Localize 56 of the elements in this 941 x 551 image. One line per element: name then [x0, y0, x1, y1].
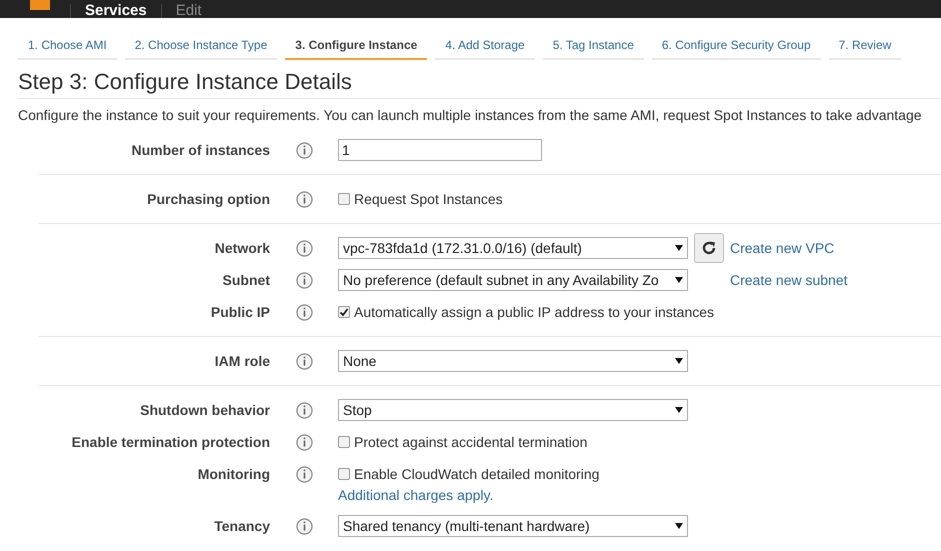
field-label: Number of instances: [130, 141, 270, 160]
info-icon[interactable]: [296, 518, 312, 535]
step-tab[interactable]: 2. Choose Instance Type: [124, 36, 278, 60]
info-icon[interactable]: [296, 240, 312, 257]
checkbox-label: Protect against accidental termination: [354, 433, 588, 452]
caret-icon: [675, 358, 683, 364]
caret-icon: [675, 407, 683, 413]
checkbox[interactable]: [338, 468, 350, 480]
info-icon[interactable]: [296, 402, 312, 419]
checkbox[interactable]: [338, 306, 350, 318]
field-label: Monitoring: [196, 465, 270, 484]
field-label: IAM role: [214, 352, 270, 371]
step-tab[interactable]: 1. Choose AMI: [18, 36, 117, 60]
field-label: Network: [214, 239, 270, 258]
top-menu-item[interactable]: Services: [70, 4, 161, 18]
page-heading: Step 3: Configure Instance Details: [18, 68, 941, 99]
info-icon[interactable]: [296, 434, 312, 451]
info-icon[interactable]: [296, 466, 312, 483]
refresh-icon: [701, 240, 717, 256]
field-label: Tenancy: [213, 517, 270, 536]
step-tab[interactable]: 7. Review: [828, 36, 902, 60]
info-icon[interactable]: [296, 142, 312, 159]
field-label: Public IP: [210, 303, 270, 322]
info-icon[interactable]: [296, 191, 312, 208]
step-tab[interactable]: 3. Configure Instance: [285, 36, 428, 60]
info-icon[interactable]: [296, 304, 312, 321]
step-tab[interactable]: 5. Tag Instance: [542, 36, 644, 60]
checkbox[interactable]: [338, 436, 350, 448]
field-label: Enable termination protection: [70, 433, 270, 452]
description: Configure the instance to suit your requirements. You can launch multiple instances from the same AMI, request Spot Instances to take advantage: [18, 106, 923, 125]
field-label: Shutdown behavior: [139, 401, 270, 420]
dropdown[interactable]: vpc-783fda1d (172.31.0.0/16) (default): [338, 237, 688, 259]
checkbox-label: Automatically assign a public IP address to your instances: [354, 303, 714, 322]
field-label: Subnet: [222, 271, 270, 290]
caret-icon: [675, 245, 683, 251]
field-label: Purchasing option: [146, 190, 270, 209]
caret-icon: [675, 523, 683, 529]
checkbox[interactable]: [338, 193, 350, 205]
top-menu-item[interactable]: Edit: [160, 4, 216, 18]
dropdown[interactable]: Stop: [338, 399, 688, 421]
dropdown[interactable]: No preference (default subnet in any Availability Zo: [338, 269, 688, 291]
checkbox-label: Enable CloudWatch detailed monitoring: [354, 465, 600, 484]
step-tab[interactable]: 4. Add Storage: [435, 36, 535, 60]
info-icon[interactable]: [296, 353, 312, 370]
create-link[interactable]: Create new subnet: [730, 270, 848, 290]
caret-icon: [675, 277, 683, 283]
checkbox-label: Request Spot Instances: [354, 190, 503, 209]
create-link[interactable]: Create new VPC: [730, 238, 834, 258]
refresh-button[interactable]: [694, 233, 724, 263]
step-tab[interactable]: 6. Configure Security Group: [652, 36, 821, 60]
info-icon[interactable]: [296, 272, 312, 289]
dropdown[interactable]: None: [338, 350, 688, 372]
logo-icon: [30, 0, 50, 10]
number-input[interactable]: 1: [338, 139, 542, 161]
charges-link[interactable]: Additional charges apply.: [338, 485, 600, 505]
dropdown[interactable]: Shared tenancy (multi-tenant hardware): [338, 515, 688, 537]
